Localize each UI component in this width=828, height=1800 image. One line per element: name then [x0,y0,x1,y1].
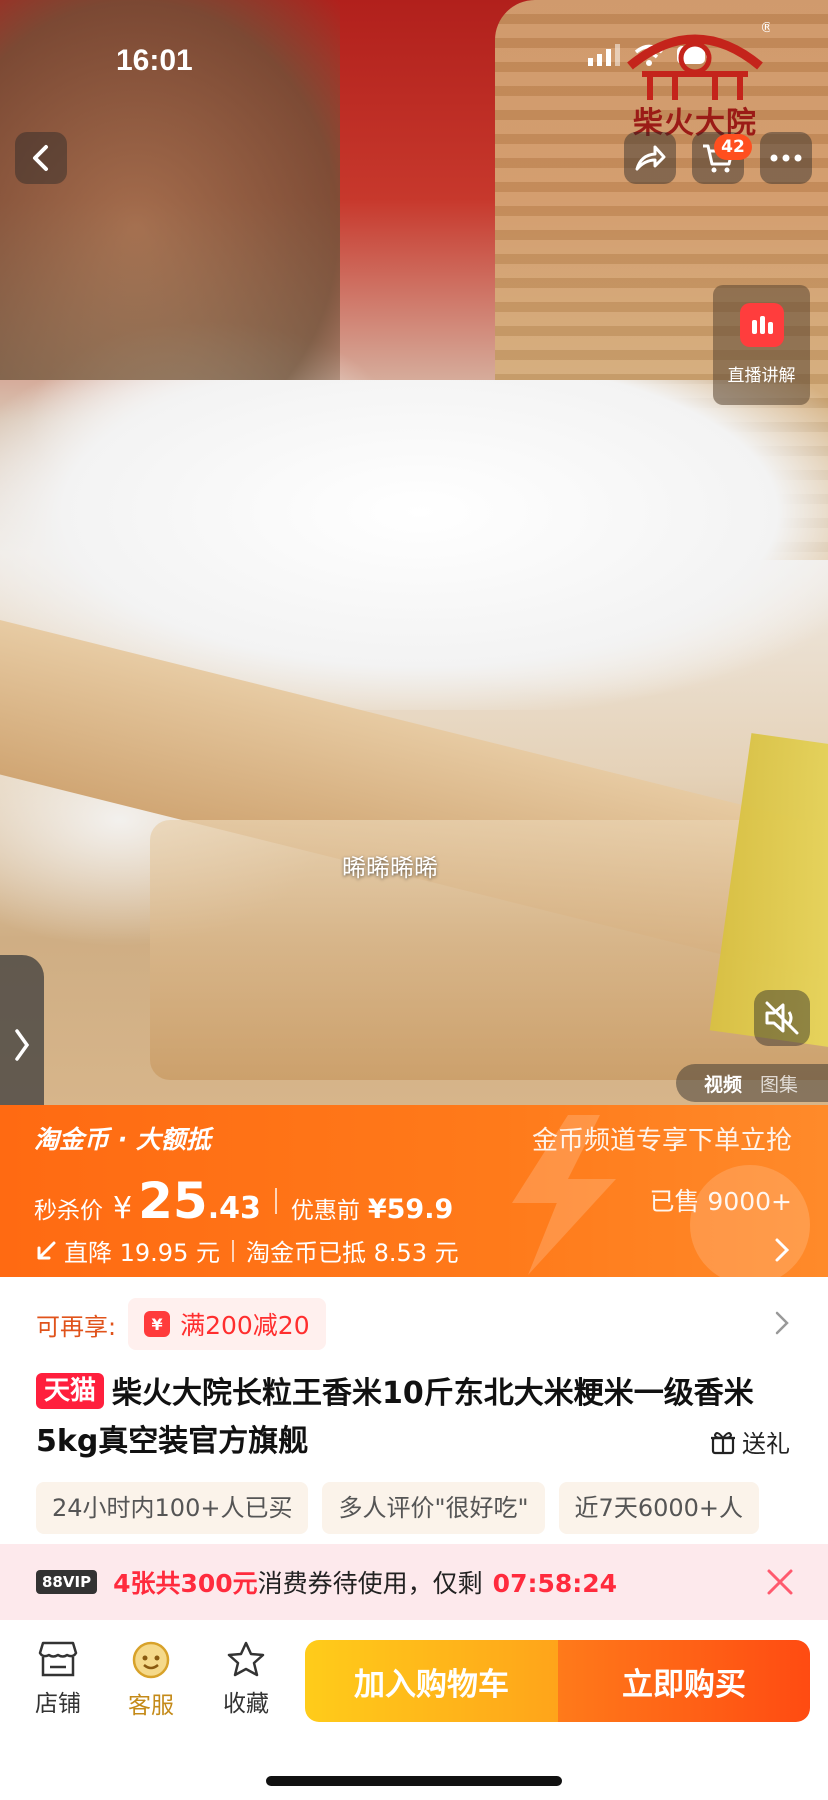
share-icon [635,145,666,171]
add-to-cart-button[interactable]: 加入购物车 [305,1640,558,1722]
back-button[interactable] [15,132,67,184]
product-title-text: 柴火大院长粒王香米10斤东北大米粳米一级香米5kg真空装官方旗舰 [36,1376,754,1459]
vip-countdown: 07:58:24 [492,1569,618,1598]
media-tabs: 视频 图集 [676,1064,828,1102]
discount-row[interactable]: 直降 19.95 元 淘金币已抵 8.53 元 [34,1233,459,1268]
vip-count: 4张共 [113,1569,181,1598]
currency-symbol: ¥ [113,1191,133,1226]
tmall-tag: 天猫 [36,1373,105,1409]
nav-store[interactable]: 店铺 [18,1640,98,1718]
home-indicator [266,1776,562,1786]
proof-tag: 近7天6000+人 [558,1482,760,1534]
price-decimal: .43 [207,1191,261,1226]
original-price-label: 优惠前 [290,1198,360,1224]
vip-coupon-strip[interactable]: 88VIP 4张共300元消费券待使用，仅剩 07:58:24 [0,1544,828,1620]
star-icon [227,1641,265,1677]
close-icon[interactable] [766,1568,794,1596]
vip-badge: 88VIP [36,1570,98,1594]
divider [231,1239,234,1262]
extra-promo-row[interactable]: 可再享: ¥ 满200减20 [36,1298,326,1350]
vip-amount: 300元 [180,1569,258,1598]
nav-service[interactable]: 客服 [111,1640,191,1720]
live-explain-button[interactable]: 直播讲解 [713,285,810,405]
gift-button[interactable]: 送礼 [710,1424,790,1459]
brand-logo: ® 柴火大院 [620,18,774,141]
video-subtitle: 晞晞晞晞 [342,854,438,882]
coupon-icon: ¥ [144,1311,171,1337]
original-price: ¥59.9 [367,1194,454,1225]
cart-count-badge: 42 [714,134,752,160]
divider [274,1188,277,1214]
coupon-chip[interactable]: ¥ 满200减20 [128,1298,326,1350]
coin-deduct-text: 淘金币已抵 8.53 元 [245,1239,459,1267]
live-label: 直播讲解 [727,366,796,386]
proof-tag: 多人评价"很好吃" [322,1482,545,1534]
coin-channel-text: 金币频道专享下单立抢 [531,1126,792,1156]
price-integer: 25 [138,1172,208,1230]
chevron-right-icon[interactable] [774,1310,790,1336]
store-icon [38,1641,78,1677]
buy-now-button[interactable]: 立即购买 [558,1640,810,1722]
nav-favorite[interactable]: 收藏 [206,1640,286,1718]
vip-text: 4张共300元消费券待使用，仅剩 07:58:24 [113,1564,617,1600]
coin-title: 淘金币 · 大额抵 [34,1125,211,1154]
signal-icon [588,44,620,66]
svg-text:®: ® [760,20,770,36]
brand-roof-icon: ® [627,20,774,100]
social-proof-tags: 24小时内100+人已买 多人评价"很好吃" 近7天6000+人 [36,1482,828,1534]
flash-price-label: 秒杀价 [34,1198,103,1224]
chevron-right-icon [15,1029,30,1061]
gift-label: 送礼 [742,1430,790,1458]
enjoy-label: 可再享: [36,1312,117,1341]
price-drop-text: 直降 19.95 元 [64,1239,220,1267]
status-time: 16:01 [116,44,193,77]
nav-service-label: 客服 [128,1693,174,1719]
customer-service-icon [132,1641,170,1679]
down-arrow-icon [37,1241,56,1259]
gift-icon [711,1431,735,1454]
more-dots-icon [770,154,802,162]
share-button[interactable] [624,132,676,184]
tab-gallery[interactable]: 图集 [760,1070,798,1097]
tab-video[interactable]: 视频 [704,1070,742,1097]
chevron-right-icon[interactable] [774,1237,790,1263]
live-bars-icon [739,303,784,347]
chevron-left-icon [33,145,48,171]
price-row: 秒杀价 ¥ 25 .43 优惠前 ¥59.9 [34,1172,453,1230]
vip-desc: 消费券待使用，仅剩 [257,1569,483,1598]
nav-store-label: 店铺 [35,1691,81,1717]
nav-favorite-label: 收藏 [223,1691,269,1717]
coupon-text: 满200减20 [180,1311,310,1340]
proof-tag: 24小时内100+人已买 [36,1482,309,1534]
speaker-muted-icon [765,1001,799,1035]
product-title: 天猫 柴火大院长粒王香米10斤东北大米粳米一级香米5kg真空装官方旗舰 [36,1370,796,1466]
sold-count: 已售 9000+ [649,1187,792,1216]
more-button[interactable] [760,132,812,184]
mute-button[interactable] [754,990,810,1046]
